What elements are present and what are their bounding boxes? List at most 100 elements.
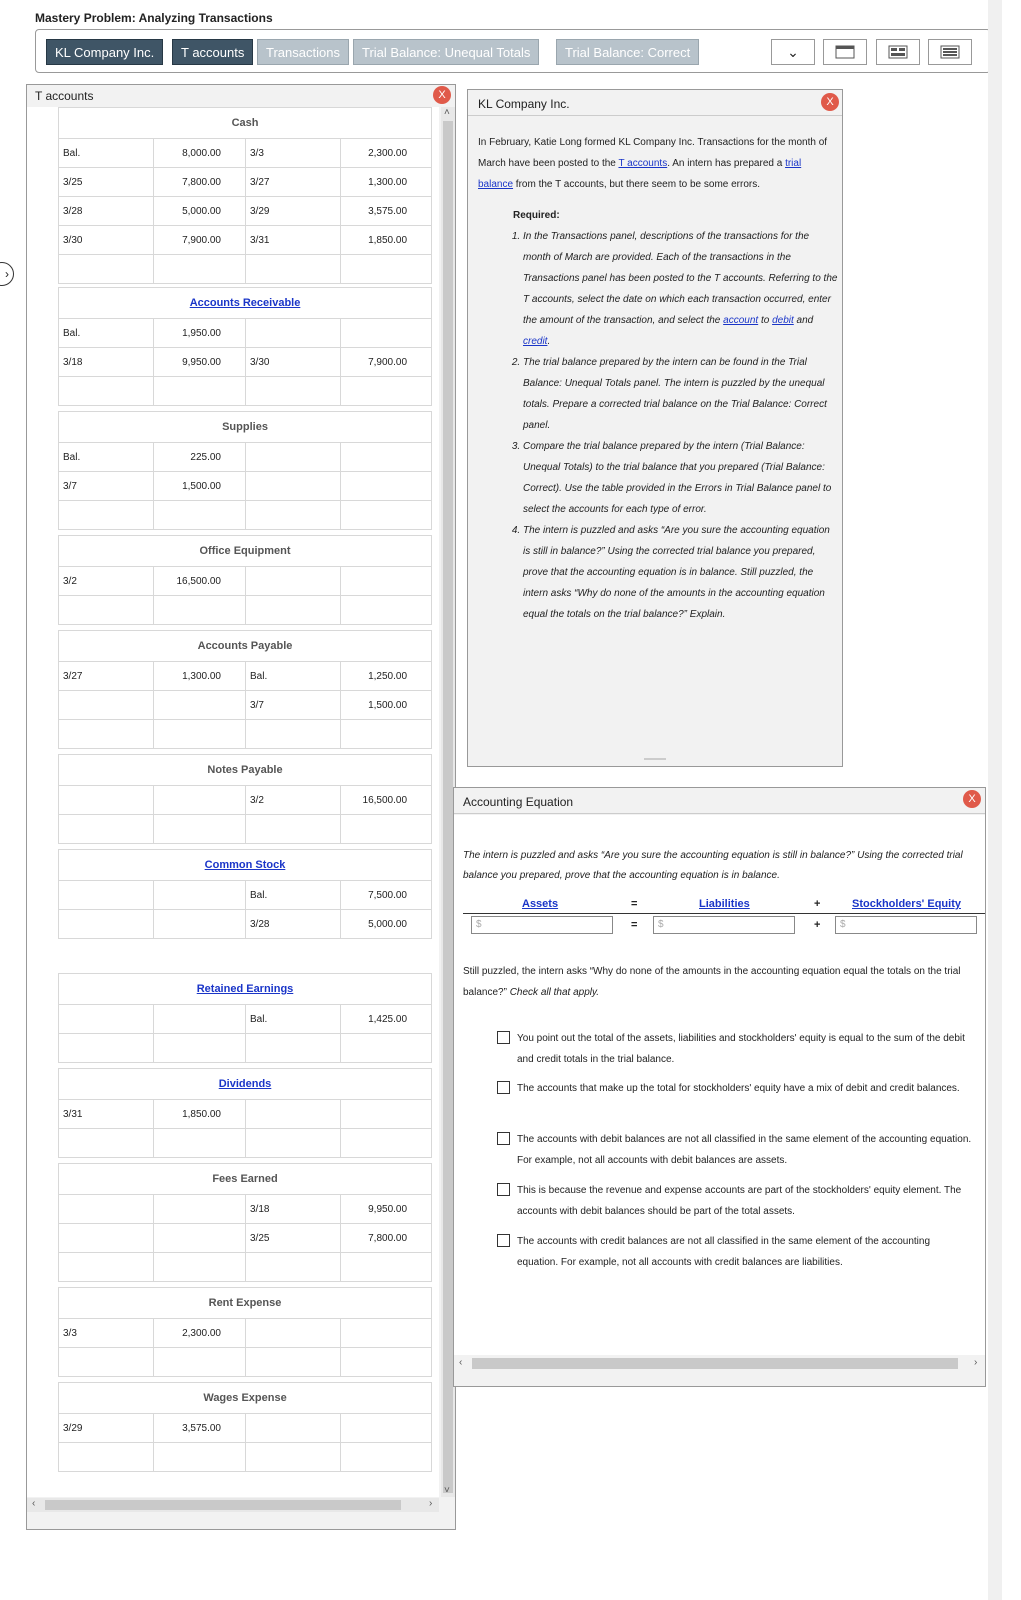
- debit-amount: [153, 1128, 246, 1158]
- stockholders-equity-header[interactable]: Stockholders' Equity: [852, 898, 961, 910]
- option-row[interactable]: The accounts with credit balances are no…: [497, 1231, 973, 1273]
- debit-date: 3/7: [58, 471, 154, 501]
- liabilities-header[interactable]: Liabilities: [699, 898, 750, 910]
- account-title[interactable]: Dividends: [57, 1068, 433, 1100]
- debit-amount: 225.00: [153, 442, 246, 472]
- option-checkbox[interactable]: [497, 1183, 510, 1196]
- stockholders-equity-input[interactable]: $: [835, 916, 977, 934]
- option-row[interactable]: This is because the revenue and expense …: [497, 1180, 973, 1222]
- t-account-dividends: Dividends 3/31 1,850.00: [57, 1068, 433, 1158]
- ae-panel-title: Accounting Equation: [454, 788, 985, 814]
- credit-amount: 1,425.00: [339, 1004, 433, 1034]
- credit-amount: 2,300.00: [339, 138, 433, 168]
- page-scrollbar[interactable]: [988, 0, 1002, 1600]
- debit-date: Bal.: [58, 442, 154, 472]
- option-checkbox[interactable]: [497, 1081, 510, 1094]
- t-account-row: [58, 500, 433, 530]
- credit-date: [245, 1128, 341, 1158]
- t-account-row: [58, 1128, 433, 1158]
- close-icon[interactable]: X: [433, 86, 451, 104]
- account-title[interactable]: Common Stock: [58, 849, 432, 881]
- tab-t-accounts[interactable]: T accounts: [172, 39, 254, 65]
- tab-transactions[interactable]: Transactions: [257, 39, 349, 65]
- equation-rule: [463, 913, 985, 914]
- debit-amount: 7,800.00: [153, 167, 246, 197]
- t-account-row: [58, 1033, 433, 1063]
- tab-bar: KL Company Inc. T accounts Transactions …: [35, 29, 991, 73]
- credit-amount: [339, 442, 433, 472]
- scrollbar-thumb[interactable]: [45, 1500, 401, 1510]
- assets-header[interactable]: Assets: [522, 898, 558, 910]
- scroll-right-icon[interactable]: ›: [429, 1498, 432, 1509]
- scroll-up-icon[interactable]: ˄: [444, 107, 450, 118]
- credit-link[interactable]: credit: [523, 336, 547, 347]
- debit-amount: [153, 595, 246, 625]
- t-account-fees-earned: Fees Earned 3/18 9,950.00 3/25 7,800.00: [57, 1163, 433, 1282]
- debit-date: 3/2: [58, 566, 154, 596]
- debit-amount: 1,850.00: [153, 1099, 246, 1129]
- account-title[interactable]: Accounts Receivable: [57, 287, 433, 319]
- credit-date: [245, 1413, 341, 1443]
- scrollbar-thumb[interactable]: [472, 1358, 958, 1369]
- debit-amount: [153, 376, 246, 406]
- horizontal-scrollbar[interactable]: [454, 1355, 985, 1371]
- credit-date: 3/27: [245, 167, 341, 197]
- scroll-left-icon[interactable]: ‹: [32, 1498, 35, 1509]
- debit-amount: [153, 814, 246, 844]
- credit-date: Bal.: [245, 1004, 341, 1034]
- liabilities-input[interactable]: $: [653, 916, 795, 934]
- split-layout-icon: [888, 45, 908, 59]
- t-accounts-scroll-area: Cash Bal. 8,000.00 3/3 2,300.00 3/25 7,800.00 3…: [27, 107, 439, 1497]
- debit-amount: 3,575.00: [153, 1413, 246, 1443]
- option-checkbox[interactable]: [497, 1031, 510, 1044]
- scroll-left-icon[interactable]: ‹: [459, 1357, 462, 1368]
- account-title[interactable]: Retained Earnings: [57, 973, 433, 1005]
- close-icon[interactable]: X: [963, 790, 981, 808]
- tab-kl-company[interactable]: KL Company Inc.: [46, 39, 164, 65]
- credit-date: [245, 1442, 341, 1472]
- t-account-row: 3/7 1,500.00: [58, 690, 433, 720]
- scroll-down-icon[interactable]: ˅: [444, 1485, 450, 1496]
- t-accounts-link[interactable]: T accounts: [618, 158, 667, 169]
- account-link[interactable]: account: [723, 315, 758, 326]
- list-layout-button[interactable]: [928, 39, 972, 65]
- option-row[interactable]: The accounts with debit balances are not…: [497, 1129, 973, 1171]
- option-row[interactable]: The accounts that make up the total for …: [497, 1078, 973, 1099]
- debit-date: 3/29: [58, 1413, 154, 1443]
- ae-panel-body: The intern is puzzled and asks “Are you …: [454, 815, 985, 1355]
- credit-amount: 7,900.00: [339, 347, 433, 377]
- debit-link[interactable]: debit: [772, 315, 794, 326]
- debit-amount: [153, 1033, 246, 1063]
- assets-input[interactable]: $: [471, 916, 613, 934]
- option-row[interactable]: You point out the total of the assets, l…: [497, 1028, 973, 1070]
- credit-amount: 1,850.00: [339, 225, 433, 255]
- scrollbar-thumb[interactable]: [443, 121, 453, 1493]
- dropdown-button[interactable]: ⌄: [771, 39, 815, 65]
- t-account-row: [58, 1347, 432, 1377]
- close-icon[interactable]: X: [821, 93, 839, 111]
- split-layout-button[interactable]: [876, 39, 920, 65]
- t-account-accounts-payable: Accounts Payable 3/27 1,300.00 Bal. 1,250.00…: [57, 630, 433, 749]
- option-checkbox[interactable]: [497, 1132, 510, 1145]
- horizontal-scrollbar[interactable]: [27, 1498, 439, 1512]
- credit-date: [245, 1347, 341, 1377]
- window-layout-button[interactable]: [823, 39, 867, 65]
- debit-amount: [153, 1442, 246, 1472]
- page-title: Mastery Problem: Analyzing Transactions: [35, 11, 273, 25]
- plus-sign: +: [814, 919, 821, 931]
- resize-grip[interactable]: [644, 758, 666, 760]
- window-icon: [835, 45, 855, 59]
- tab-trial-balance-unequal[interactable]: Trial Balance: Unequal Totals: [353, 39, 540, 65]
- tab-trial-balance-correct[interactable]: Trial Balance: Correct: [556, 39, 700, 65]
- account-title: Office Equipment: [58, 535, 432, 567]
- credit-date: Bal.: [245, 880, 341, 910]
- scroll-right-icon[interactable]: ›: [974, 1357, 977, 1368]
- debit-amount: 5,000.00: [153, 196, 246, 226]
- credit-date: [245, 595, 341, 625]
- side-expand-handle[interactable]: ›: [0, 262, 14, 286]
- debit-amount: [153, 1004, 246, 1034]
- debit-date: [58, 1004, 154, 1034]
- option-checkbox[interactable]: [497, 1234, 510, 1247]
- debit-date: Bal.: [58, 318, 154, 348]
- credit-amount: 1,250.00: [339, 661, 433, 691]
